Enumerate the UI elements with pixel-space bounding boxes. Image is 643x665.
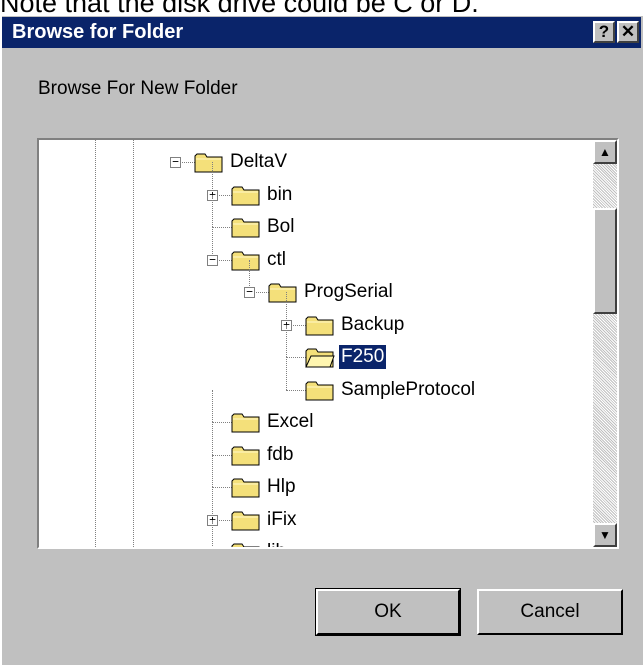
folder-icon bbox=[231, 476, 261, 498]
dialog-title: Browse for Folder bbox=[12, 21, 184, 43]
folder-tree[interactable]: − DeltaV + bin Bol − ctl − ProgSerial + Backup F250… bbox=[39, 140, 593, 547]
collapse-icon[interactable]: − bbox=[207, 254, 218, 266]
tree-item-label[interactable]: ProgSerial bbox=[302, 280, 395, 304]
tree-connector bbox=[212, 194, 213, 227]
tree-connector bbox=[212, 519, 213, 547]
tree-item-label[interactable]: Bol bbox=[265, 215, 296, 239]
close-button[interactable]: ✕ bbox=[617, 21, 639, 43]
dialog-prompt: Browse For New Folder bbox=[38, 78, 238, 99]
tree-item-label[interactable]: Excel bbox=[265, 410, 315, 434]
scroll-down-button[interactable]: ▼ bbox=[593, 523, 617, 547]
open-folder-icon bbox=[305, 346, 335, 368]
scroll-up-button[interactable]: ▲ bbox=[593, 140, 617, 164]
folder-tree-view[interactable]: − DeltaV + bin Bol − ctl − ProgSerial + Backup F250… bbox=[37, 138, 619, 549]
folder-icon bbox=[305, 314, 335, 336]
tree-item-label[interactable]: iFix bbox=[265, 508, 299, 532]
tree-item-label[interactable]: DeltaV bbox=[228, 150, 289, 174]
tree-item-label[interactable]: F250 bbox=[337, 344, 388, 370]
vertical-scrollbar[interactable]: ▲ ▼ bbox=[593, 140, 617, 547]
folder-icon bbox=[231, 184, 261, 206]
collapse-icon[interactable]: − bbox=[170, 156, 181, 168]
folder-icon bbox=[194, 151, 224, 173]
tree-guide-line bbox=[133, 140, 134, 547]
tree-connector bbox=[212, 422, 213, 455]
tree-connector bbox=[212, 454, 213, 487]
folder-icon bbox=[305, 379, 335, 401]
tree-item-label[interactable]: fdb bbox=[265, 443, 295, 467]
ok-button[interactable]: OK bbox=[315, 588, 461, 636]
folder-icon bbox=[231, 411, 261, 433]
cancel-button[interactable]: Cancel bbox=[477, 589, 623, 635]
tree-connector bbox=[286, 324, 287, 357]
tree-guide-line bbox=[95, 140, 96, 547]
tree-item-label[interactable]: Backup bbox=[339, 313, 406, 337]
tree-item-label[interactable]: ctl bbox=[265, 248, 288, 272]
scroll-thumb[interactable] bbox=[593, 208, 617, 314]
tree-item-label[interactable]: Hlp bbox=[265, 475, 298, 499]
tree-item-label[interactable]: lib bbox=[265, 540, 288, 547]
help-button[interactable]: ? bbox=[593, 21, 615, 43]
folder-icon bbox=[231, 509, 261, 531]
tree-item-label[interactable]: bin bbox=[265, 183, 294, 207]
folder-icon bbox=[231, 249, 261, 271]
folder-icon bbox=[231, 216, 261, 238]
dialog-titlebar[interactable]: Browse for Folder ? ✕ bbox=[2, 17, 641, 48]
folder-icon bbox=[268, 281, 298, 303]
folder-icon bbox=[231, 541, 261, 547]
tree-connector bbox=[286, 357, 287, 390]
collapse-icon[interactable]: − bbox=[244, 286, 255, 298]
tree-item-label[interactable]: SampleProtocol bbox=[339, 378, 477, 402]
folder-icon bbox=[231, 444, 261, 466]
tree-connector bbox=[212, 389, 213, 422]
